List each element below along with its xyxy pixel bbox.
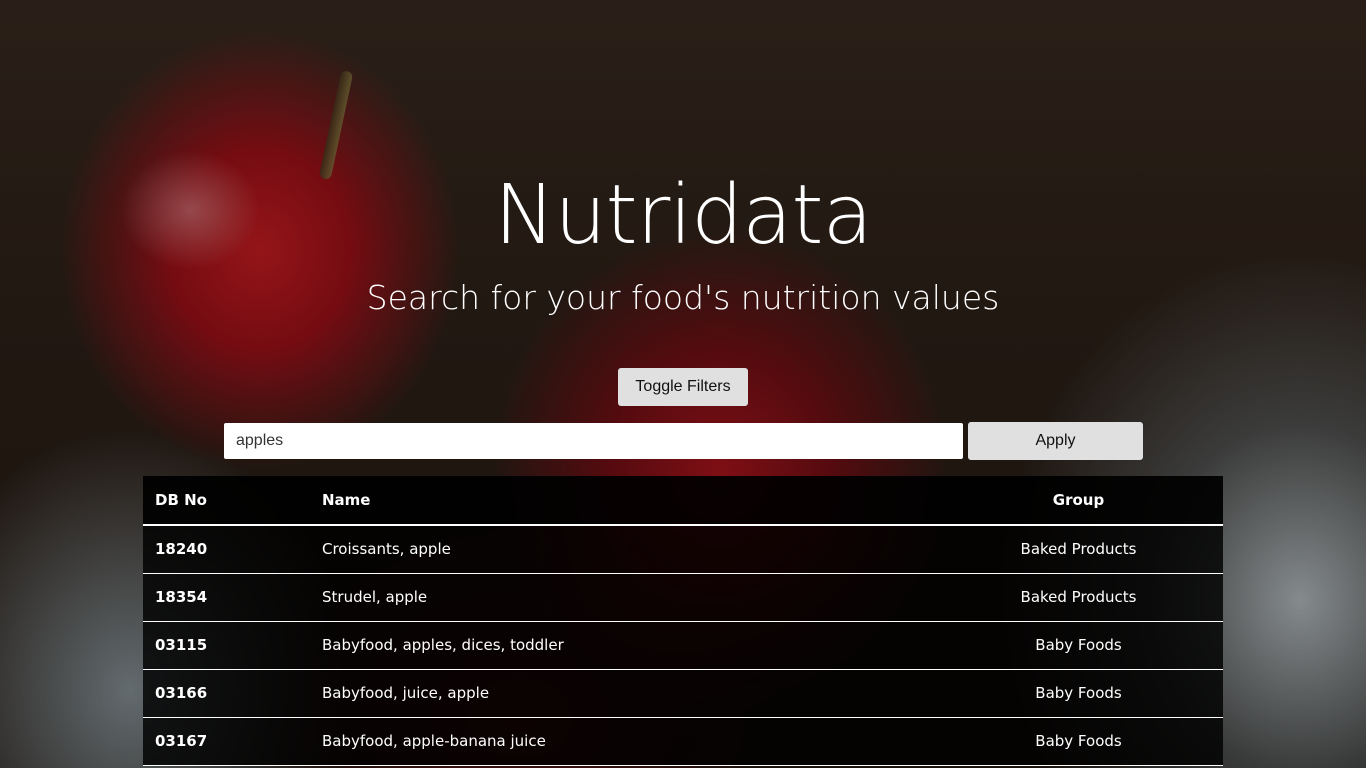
table-row[interactable]: 18354 Strudel, apple Baked Products [143,573,1223,621]
db-no-cell: 03166 [155,684,208,702]
table-row[interactable]: 03115 Babyfood, apples, dices, toddler B… [143,621,1223,669]
db-no-cell: 18240 [155,540,208,559]
group-cell: Baby Foods [1035,636,1122,654]
table-header: DB No Name Group [143,476,1223,525]
name-cell: Croissants, apple [322,540,451,559]
table-row[interactable]: 03167 Babyfood, apple-banana juice Baby … [143,717,1223,765]
table-row[interactable]: 18240 Croissants, apple Baked Products [143,525,1223,573]
name-cell: Babyfood, juice, apple [322,684,490,702]
group-cell: Baby Foods [1035,732,1122,750]
results-table: DB No Name Group 18240 Croissants, apple… [143,476,1223,766]
page-subtitle: Search for your food's nutrition values [366,278,1000,317]
table-body: 18240 Croissants, apple Baked Products 1… [143,525,1223,765]
apply-button[interactable]: Apply [968,422,1143,460]
table-header-row: DB No Name Group [143,476,1223,525]
page-title: Nutridata [494,168,873,263]
column-header-name: Name [322,491,371,509]
main-content: Nutridata Search for your food's nutriti… [0,0,1366,768]
group-cell: Baked Products [1020,588,1137,606]
db-no-cell: 03115 [155,636,208,654]
toggle-filters-button[interactable]: Toggle Filters [618,368,748,406]
db-no-cell: 18354 [155,588,208,606]
column-header-db-no: DB No [155,491,207,509]
column-header-group: Group [1052,491,1105,509]
name-cell: Babyfood, apple-banana juice [322,732,546,750]
name-cell: Babyfood, apples, dices, toddler [322,636,564,654]
name-cell: Strudel, apple [322,588,428,606]
group-cell: Baby Foods [1035,684,1122,702]
group-cell: Baked Products [1020,540,1137,559]
db-no-cell: 03167 [155,732,208,750]
table-row[interactable]: 03166 Babyfood, juice, apple Baby Foods [143,669,1223,717]
search-input[interactable] [224,423,963,459]
